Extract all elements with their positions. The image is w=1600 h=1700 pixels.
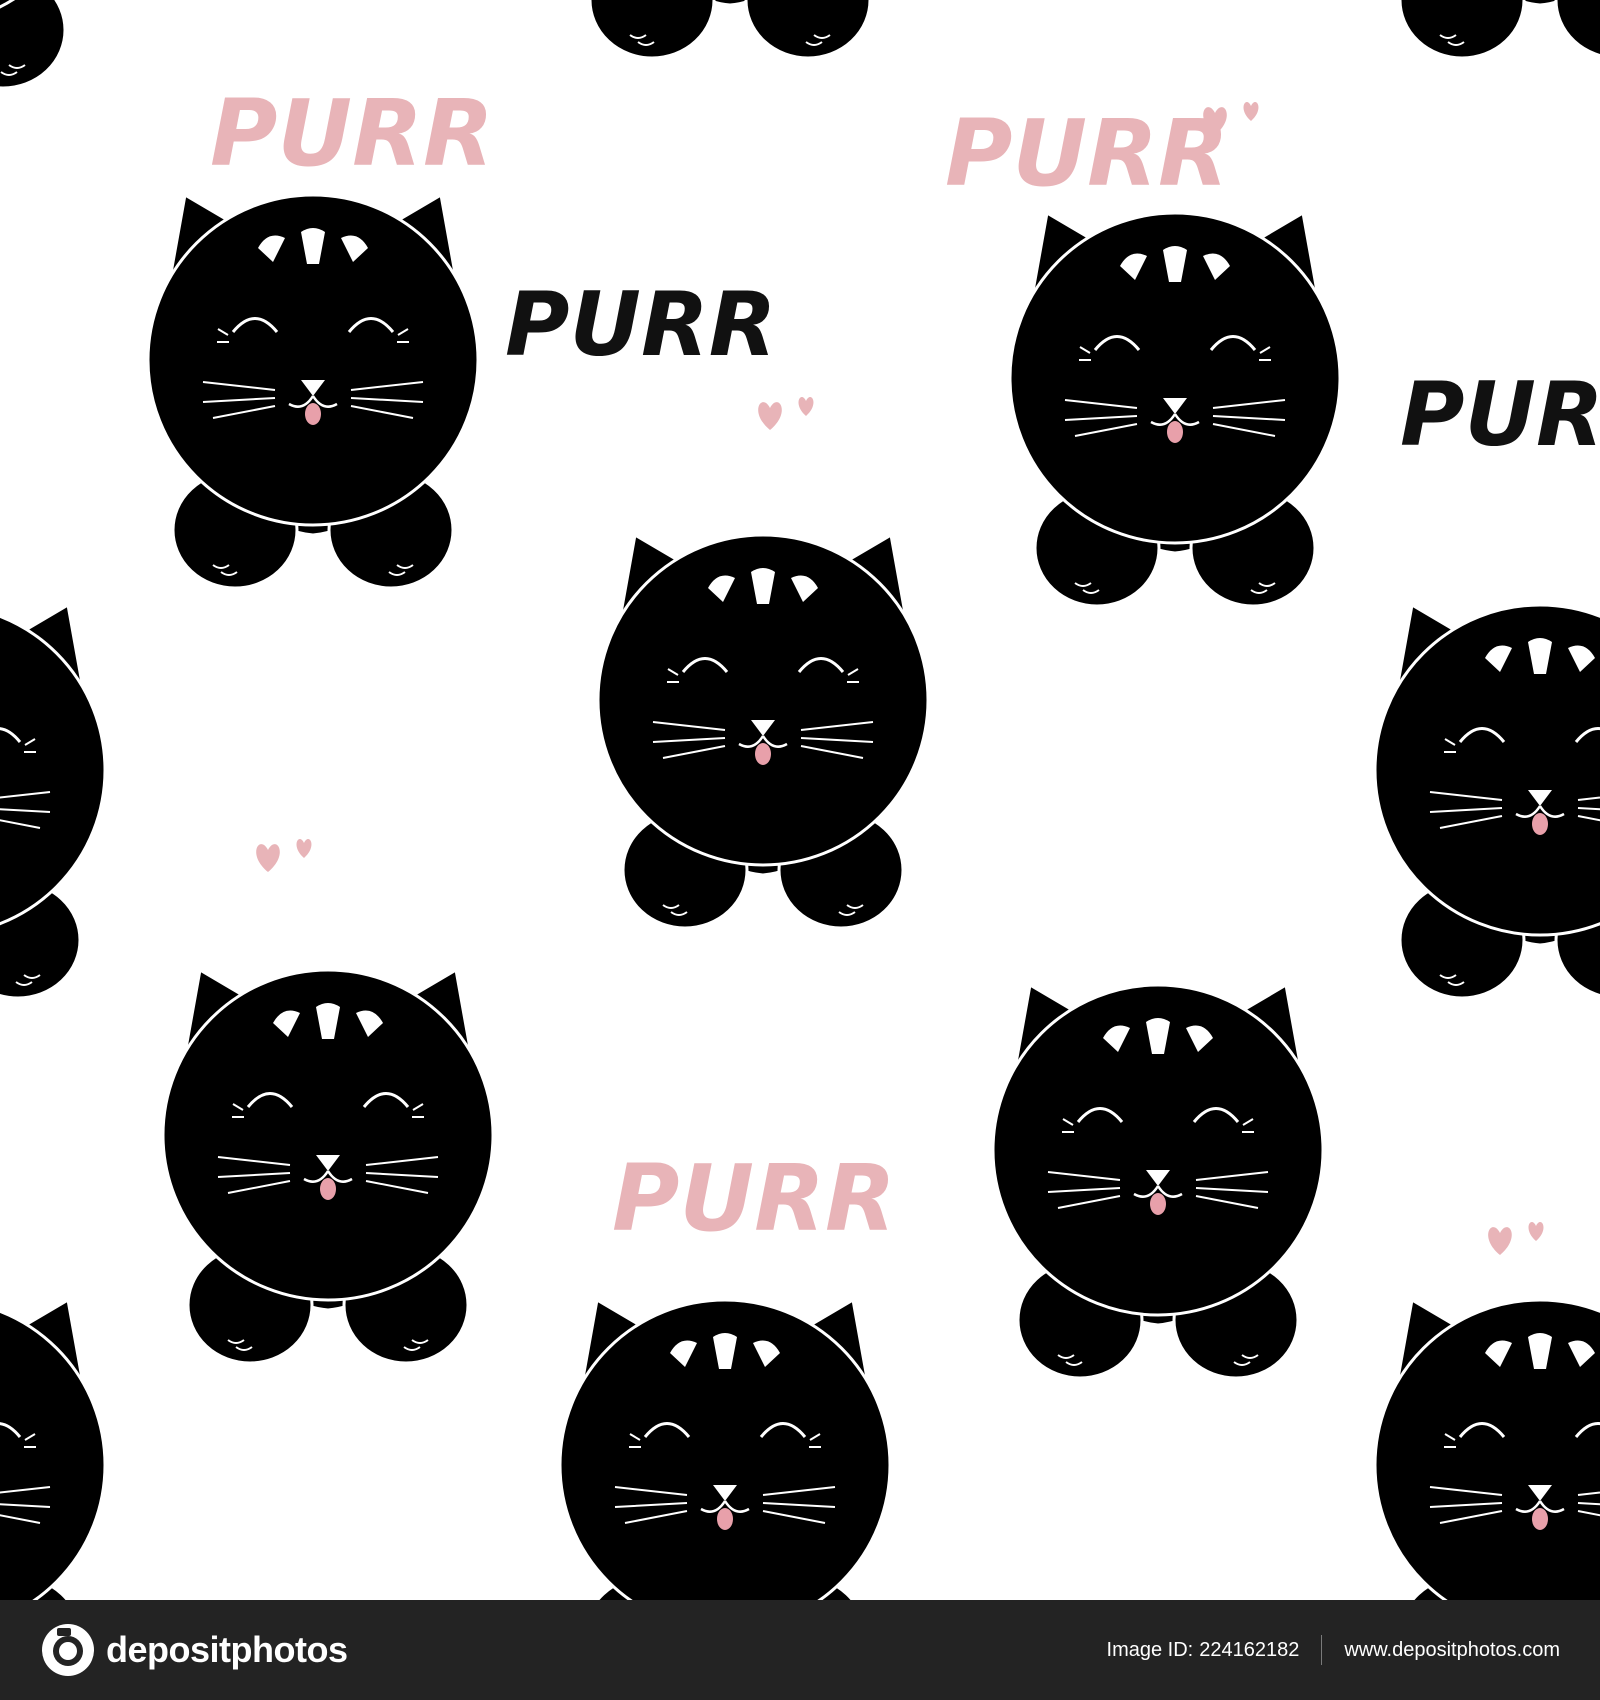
cat-illustration <box>991 983 1325 1380</box>
depositphotos-logo[interactable]: depositphotos <box>40 1622 348 1678</box>
cat-illustration <box>563 0 897 60</box>
cat-illustration <box>1008 211 1342 608</box>
camera-logo-icon <box>42 1624 94 1676</box>
cat-illustration <box>1373 603 1600 1000</box>
cat-illustration <box>146 193 480 590</box>
cat-illustration <box>558 1298 892 1600</box>
purr-lettering: PURR <box>505 273 776 376</box>
cat-illustration <box>161 968 495 1365</box>
image-id-label: Image ID: <box>1106 1638 1194 1661</box>
pattern-canvas: PURR PURR PURR PURR PURR <box>0 0 1600 1600</box>
cat-illustration <box>596 533 930 930</box>
divider <box>1321 1635 1323 1665</box>
cat-illustration <box>0 0 92 90</box>
purr-lettering: PURR <box>210 80 494 187</box>
heart-icon <box>1488 1222 1544 1255</box>
image-id-value: 224162182 <box>1199 1638 1300 1661</box>
cat-illustration <box>0 1298 107 1600</box>
stock-footer: depositphotos Image ID: 224162182 www.dep… <box>0 1600 1600 1700</box>
purr-lettering: PURR <box>612 1145 896 1252</box>
purr-lettering: PURR <box>945 100 1229 207</box>
heart-icon <box>758 397 814 430</box>
cat-illustration <box>0 603 107 1000</box>
purr-lettering: PURR <box>1400 363 1600 466</box>
footer-info: Image ID: 224162182 www.depositphotos.com <box>1107 1635 1560 1665</box>
cat-illustration <box>1373 0 1600 60</box>
cat-illustration <box>1373 1298 1600 1600</box>
heart-icon <box>256 839 312 872</box>
cat-pattern: PURR PURR PURR PURR PURR <box>0 0 1600 1600</box>
image-id: Image ID: 224162182 <box>1107 1639 1300 1662</box>
logo-text: depositphotos <box>106 1629 348 1670</box>
website-link[interactable]: www.depositphotos.com <box>1344 1639 1560 1662</box>
